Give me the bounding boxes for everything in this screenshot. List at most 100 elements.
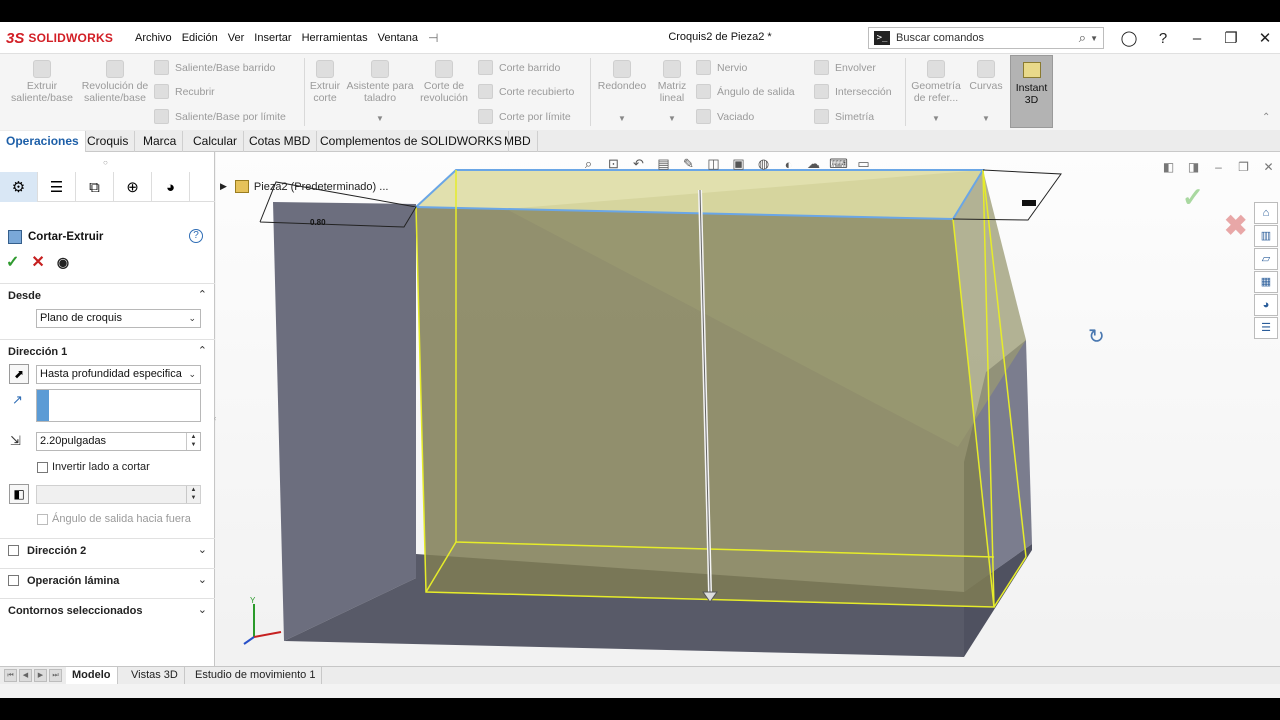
boundary-cut-button[interactable]: Corte por límite (478, 109, 571, 124)
graphics-area[interactable]: 0.80 Y ▶ Pieza2 (Predeterminado) ... ⌕ ⊡… (216, 152, 1280, 688)
tab-croquis[interactable]: Croquis (81, 131, 136, 152)
prev-tab-icon[interactable]: ◀ (19, 669, 32, 682)
flip-side-checkbox[interactable]: Invertir lado a cortar (37, 461, 150, 473)
extruded-cut-button[interactable]: Extruir corte (306, 60, 344, 104)
tab-operaciones[interactable]: Operaciones (0, 131, 86, 152)
intersect-button[interactable]: Intersección (814, 84, 892, 99)
lofted-cut-button[interactable]: Corte recubierto (478, 84, 574, 99)
chevron-up-icon[interactable]: ⌃ (198, 288, 207, 301)
chevron-down-icon[interactable]: ▼ (932, 114, 940, 123)
solidworks-logo[interactable]: 3S SOLIDWORKS (6, 28, 113, 48)
draft-angle-input[interactable]: ▲ ▼ (36, 485, 201, 504)
hide-show-icon[interactable]: ◍ (751, 156, 776, 172)
tab-cotas-mbd[interactable]: Cotas MBD (243, 131, 318, 152)
section-direccion2[interactable]: Dirección 2 ⌄ (0, 538, 215, 562)
design-library-icon[interactable]: ▥ (1254, 225, 1278, 247)
direction-reference-field[interactable] (36, 389, 201, 422)
chevron-down-icon[interactable]: ▼ (982, 114, 990, 123)
reverse-direction-icon[interactable]: ⬈ (9, 364, 29, 384)
boundary-boss-button[interactable]: Saliente/Base por límite (154, 109, 286, 124)
chevron-up-icon[interactable]: ⌃ (198, 344, 207, 357)
drag-handle-icon[interactable]: ○ (103, 158, 108, 167)
tile-left-icon[interactable]: ◧ (1156, 160, 1181, 174)
chevron-down-icon[interactable]: ▼ (1090, 34, 1098, 43)
search-icon[interactable]: ⌕ (1079, 30, 1086, 46)
previous-view-icon[interactable]: ↶ (626, 156, 651, 172)
tab-modelo[interactable]: Modelo (66, 667, 118, 685)
confirm-corner-cancel-icon[interactable]: ✖ (1224, 209, 1247, 242)
tab-marca[interactable]: Marca (137, 131, 184, 152)
tab-vistas-3d[interactable]: Vistas 3D (125, 667, 185, 685)
rib-button[interactable]: Nervio (696, 60, 747, 75)
spinner-icon[interactable]: ▲ ▼ (186, 486, 200, 503)
chevron-down-icon[interactable]: ▼ (668, 114, 676, 123)
last-tab-icon[interactable]: ⏭ (49, 669, 62, 682)
collapse-ribbon-icon[interactable]: ⌃ (1262, 112, 1270, 123)
instant3d-button[interactable]: Instant 3D (1010, 55, 1053, 128)
extrude-boss-button[interactable]: Extruir saliente/base (6, 60, 78, 104)
minimize-icon[interactable]: – (1206, 160, 1231, 174)
menu-insertar[interactable]: Insertar (249, 32, 296, 44)
revolve-boss-button[interactable]: Revolución de saliente/base (80, 60, 150, 104)
ok-icon[interactable]: ✓ (6, 252, 19, 272)
display-style-icon[interactable]: ▣ (726, 156, 751, 172)
close-icon[interactable]: ✕ (1248, 29, 1280, 47)
zoom-area-icon[interactable]: ⊡ (601, 156, 626, 172)
tile-right-icon[interactable]: ◨ (1181, 160, 1206, 174)
section-direccion1[interactable]: Dirección 1 ⌃ (0, 339, 215, 363)
end-condition-select[interactable]: Hasta profundidad especifica ⌄ (36, 365, 201, 384)
property-manager-icon[interactable]: ☰ (38, 172, 76, 202)
hole-wizard-button[interactable]: Asistente para taladro (346, 60, 414, 104)
file-explorer-icon[interactable]: ▱ (1254, 248, 1278, 270)
restore-icon[interactable]: ❐ (1214, 29, 1248, 47)
display-manager-icon[interactable]: ◕ (152, 172, 190, 202)
swept-boss-button[interactable]: Saliente/Base barrido (154, 60, 275, 75)
search-commands[interactable]: >_ Buscar comandos ⌕ ▼ (868, 27, 1104, 49)
menu-archivo[interactable]: Archivo (130, 32, 177, 44)
linear-pattern-button[interactable]: Matriz lineal (652, 60, 692, 104)
section-view-icon[interactable]: ▤ (651, 156, 676, 172)
section-operacion-lamina[interactable]: Operación lámina ⌄ (0, 568, 215, 592)
restore-icon[interactable]: ❐ (1231, 160, 1256, 174)
chevron-down-icon[interactable]: ⌄ (198, 573, 207, 586)
rotate-icon[interactable]: ↻ (1088, 324, 1105, 349)
first-tab-icon[interactable]: ⏮ (4, 669, 17, 682)
minimize-icon[interactable]: – (1180, 30, 1214, 47)
shell-button[interactable]: Vaciado (696, 109, 754, 124)
menu-ver[interactable]: Ver (223, 32, 250, 44)
tab-calcular[interactable]: Calcular (187, 131, 245, 152)
chevron-down-icon[interactable]: ▼ (618, 114, 626, 123)
dimension-label[interactable]: 0.80 (310, 218, 326, 227)
fillet-button[interactable]: Redondeo (594, 60, 650, 92)
close-icon[interactable]: ✕ (1256, 160, 1280, 174)
tab-mbd[interactable]: MBD (498, 131, 538, 152)
tab-estudio-movimiento[interactable]: Estudio de movimiento 1 (189, 667, 323, 685)
dynamic-annotation-icon[interactable]: ✎ (676, 156, 701, 172)
draft-toggle-icon[interactable]: ◧ (9, 484, 29, 504)
menu-herramientas[interactable]: Herramientas (297, 32, 373, 44)
draft-outward-checkbox[interactable]: Ángulo de salida hacia fuera (37, 513, 191, 525)
curves-button[interactable]: Curvas (966, 60, 1006, 92)
feature-tree-root[interactable]: ▶ Pieza2 (Predeterminado) ... (220, 180, 388, 193)
preview-eye-icon[interactable]: ◉ (57, 254, 69, 271)
chevron-down-icon[interactable]: ⌄ (198, 603, 207, 616)
dimxpert-icon[interactable]: ⊕ (114, 172, 152, 202)
from-select[interactable]: Plano de croquis ⌄ (36, 309, 201, 328)
zoom-to-fit-icon[interactable]: ⌕ (576, 156, 601, 172)
expand-arrow-icon[interactable]: ▶ (220, 181, 227, 192)
user-icon[interactable]: ◯ (1112, 29, 1146, 47)
menu-edicion[interactable]: Edición (177, 32, 223, 44)
direction2-checkbox[interactable] (8, 545, 19, 556)
menu-ventana[interactable]: Ventana (373, 32, 423, 44)
model-view[interactable] (216, 152, 1280, 688)
appearances-icon[interactable]: ◕ (1254, 294, 1278, 316)
spinner-icon[interactable]: ▲ ▼ (186, 433, 200, 450)
help-icon[interactable]: ? (189, 229, 203, 243)
confirm-corner-ok-icon[interactable]: ✓ (1182, 182, 1204, 213)
thin-feature-checkbox[interactable] (8, 575, 19, 586)
view-orientation-icon[interactable]: ◫ (701, 156, 726, 172)
revolved-cut-button[interactable]: Corte de revolución (416, 60, 472, 104)
home-icon[interactable]: ⌂ (1254, 202, 1278, 224)
tab-complementos[interactable]: Complementos de SOLIDWORKS (314, 131, 510, 152)
help-icon[interactable]: ? (1146, 30, 1180, 47)
